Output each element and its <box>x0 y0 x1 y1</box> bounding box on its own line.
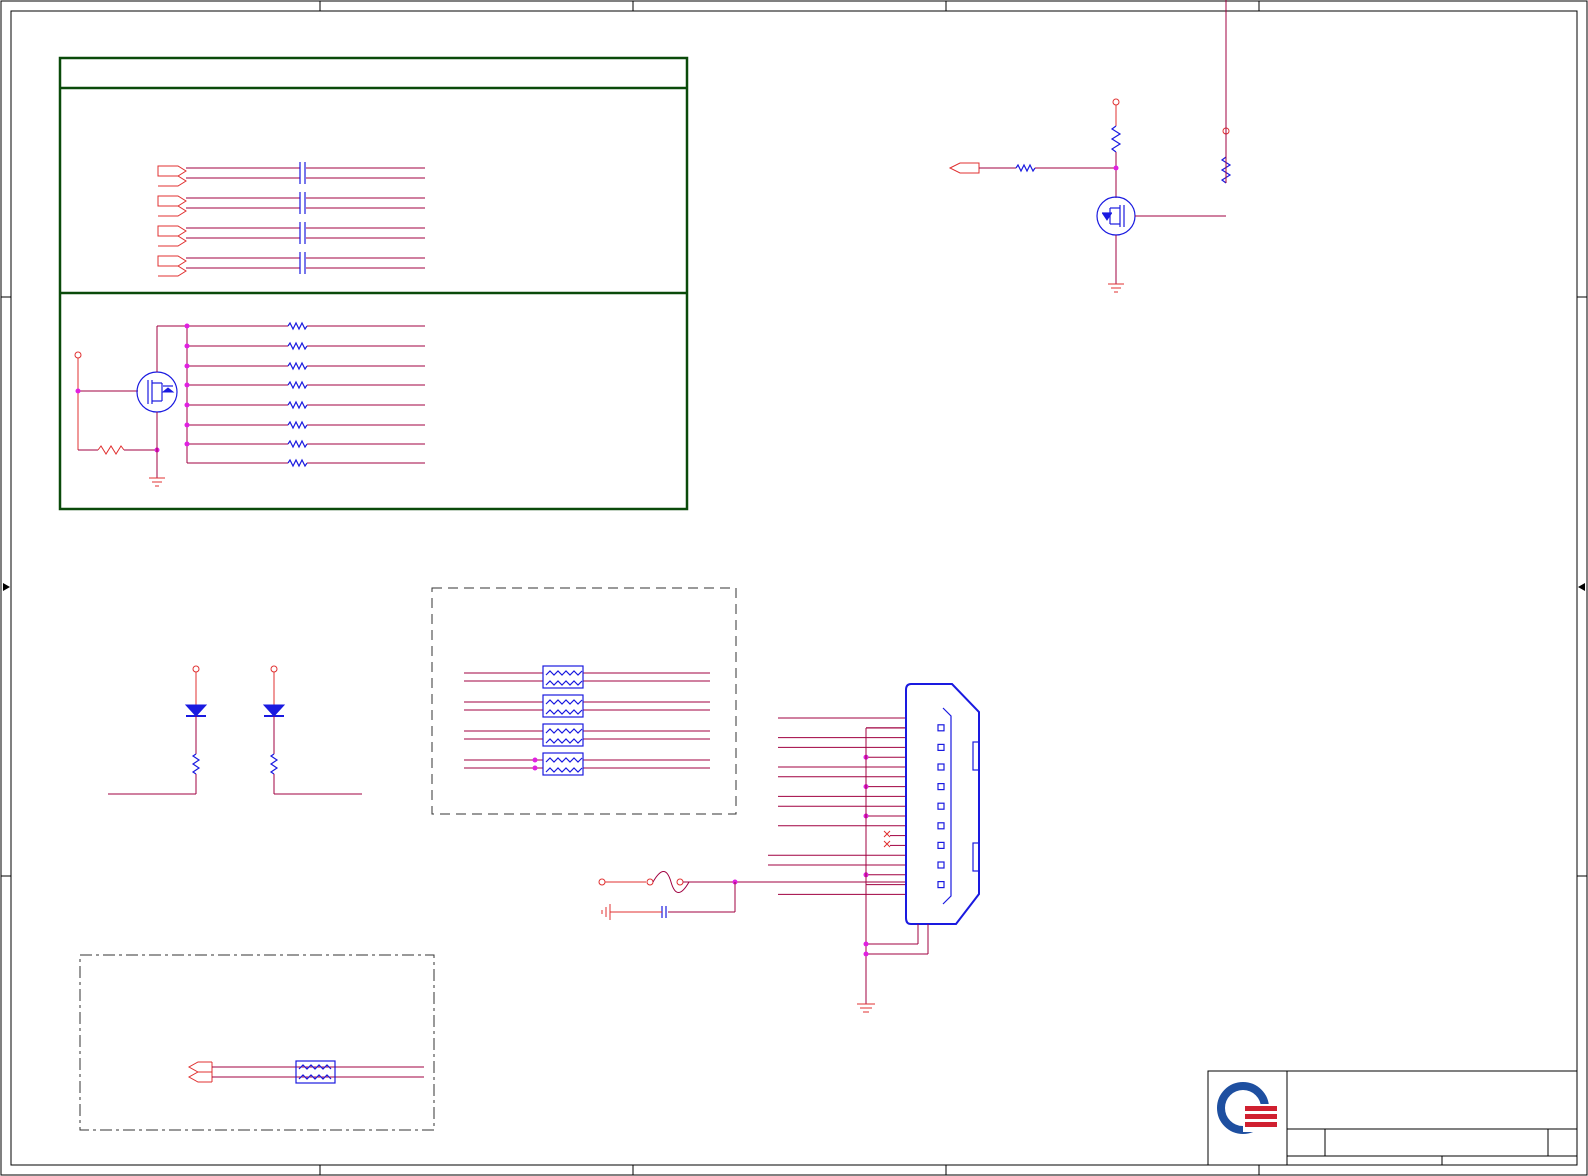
led-left <box>108 665 208 795</box>
signal-port <box>187 1061 212 1073</box>
series-resistor-row <box>187 458 425 468</box>
mosfet-symbol <box>1096 196 1136 236</box>
resistor-symbol <box>287 439 308 449</box>
signal-port <box>158 265 187 277</box>
series-resistor-row <box>184 380 425 390</box>
series-resistor-row <box>184 341 425 351</box>
series-resistor-row <box>184 420 425 430</box>
led-right <box>262 665 362 795</box>
resistor-symbol <box>191 753 201 775</box>
ground-symbol <box>601 904 611 920</box>
sheet-frame <box>0 0 1588 1176</box>
fuse-section <box>598 871 905 920</box>
resistor-symbol <box>287 400 308 410</box>
resistor-symbol <box>287 341 308 351</box>
resistor-symbol <box>269 753 279 775</box>
resistor-symbol <box>1110 125 1122 153</box>
led-section <box>108 665 362 795</box>
signal-port <box>157 255 187 267</box>
company-logo-icon <box>1217 1082 1279 1134</box>
series-resistor-row <box>184 361 425 371</box>
series-resistor-row <box>184 321 425 331</box>
hdmi-pin <box>863 754 905 760</box>
title-block <box>1207 1070 1578 1166</box>
resistor-symbol <box>287 380 308 390</box>
resistor-symbol <box>97 445 125 455</box>
hdmi-connector <box>768 683 980 1013</box>
signal-port <box>158 175 187 187</box>
common-mode-choke-symbol <box>295 1060 336 1084</box>
resistor-symbol <box>287 458 308 468</box>
hdmi-pin <box>768 861 945 869</box>
zone-ticks <box>1 1 1587 1175</box>
choke-row <box>464 752 710 776</box>
series-resistor-row <box>184 439 425 449</box>
hdmi-pin <box>890 841 945 850</box>
ac-coupling-pair <box>157 222 425 247</box>
green-block <box>58 56 689 511</box>
level-shifter-section <box>74 321 425 487</box>
no-connect-marks <box>883 830 891 848</box>
hdmi-pin <box>778 763 945 771</box>
ac-coupling-pair <box>157 192 425 217</box>
series-resistor-row <box>184 400 425 410</box>
transistor-circuit <box>948 0 1232 293</box>
signal-port <box>187 1071 212 1083</box>
choke-row <box>464 665 710 689</box>
hdmi-pin <box>863 872 905 878</box>
signal-port <box>157 195 187 207</box>
hdmi-pin <box>778 822 945 830</box>
signal-port <box>948 162 980 174</box>
resistor-symbol <box>1015 163 1036 173</box>
hdmi-pin <box>863 813 905 819</box>
hdmi-pin <box>778 802 945 810</box>
ac-coupling-pair <box>157 252 425 277</box>
signal-port <box>157 165 187 177</box>
schematic-sheet <box>0 0 1588 1176</box>
hdmi-pin <box>863 782 945 791</box>
choke-row <box>464 694 710 718</box>
signal-port <box>158 235 187 247</box>
ground-symbol <box>857 1003 875 1013</box>
resistor-symbol <box>287 420 308 430</box>
resistor-symbol <box>287 321 308 331</box>
signal-port <box>158 205 187 217</box>
hdmi-pin <box>778 743 945 752</box>
resistor-symbol <box>287 361 308 371</box>
power-pin <box>74 351 82 359</box>
choke-row <box>464 723 710 747</box>
ground-symbol <box>1108 283 1124 293</box>
mosfet-symbol <box>136 371 178 413</box>
ground-symbol <box>149 477 165 487</box>
signal-port <box>157 225 187 237</box>
ac-coupling-pair <box>157 162 425 187</box>
bottom-choke-block <box>79 954 435 1131</box>
choke-block <box>431 587 737 815</box>
ac-coupling-section <box>157 162 425 277</box>
